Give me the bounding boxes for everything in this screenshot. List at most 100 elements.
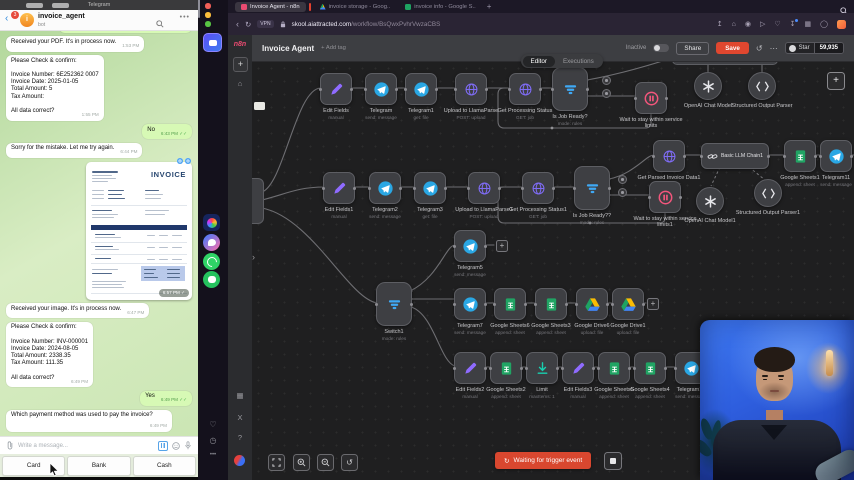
browser-urlbar: ‹ ↻ VPN skool.aiattracted.com/workflow/B… [228, 13, 854, 35]
tab-accent-marker [309, 3, 311, 11]
invoice-title: INVOICE [151, 170, 186, 179]
browser-tabstrip: Invoice Agent - n8n invoice storage - Go… [228, 0, 854, 13]
home-icon[interactable]: ⌂ [732, 21, 736, 28]
dock-photos-icon[interactable] [203, 214, 220, 231]
photo-action-icons[interactable] [177, 158, 191, 164]
invoice-document-preview: INVOICE [89, 165, 189, 297]
dock-history-icon[interactable]: ◷ [198, 436, 228, 445]
n8n-logo[interactable]: n8n [228, 41, 252, 48]
sidebar-expand-chevron[interactable]: › [252, 252, 255, 262]
dock-more-icon[interactable]: ••• [198, 452, 228, 458]
dock-messenger-icon[interactable] [203, 234, 220, 251]
connector-badge[interactable] [602, 76, 611, 85]
record-icon[interactable]: ◉ [745, 20, 751, 28]
new-tab-button[interactable]: + [487, 2, 492, 11]
n8n-sidebar: n8n + ⌂ ▦ X ? [228, 35, 253, 480]
connector-badge[interactable] [618, 175, 627, 184]
emoji-icon[interactable] [172, 437, 180, 455]
dock-heart-icon[interactable]: ♡ [198, 420, 228, 429]
zoom-out-button[interactable] [317, 454, 334, 471]
tab-editor[interactable]: Editor [523, 56, 555, 67]
zoom-to-fit-button[interactable] [268, 454, 285, 471]
window-zoom-button[interactable] [205, 21, 211, 27]
account-icon[interactable]: ◯ [820, 20, 828, 28]
url-text[interactable]: skool.aiattracted.com/workflow/BsQwxPvhr… [292, 21, 441, 28]
save-button[interactable]: Save [716, 42, 749, 54]
reset-view-button[interactable]: ↺ [341, 454, 358, 471]
waiting-for-trigger-button[interactable]: ↻ Waiting for trigger event [495, 452, 591, 469]
apps-grid-icon[interactable]: ▦ [805, 20, 812, 28]
mic-icon[interactable] [184, 437, 192, 455]
open-connector-plus[interactable]: + [647, 298, 659, 310]
quick-reply-row: Card Bank Cash [0, 454, 198, 477]
github-star-widget[interactable]: Star 59,935 [785, 42, 844, 54]
chat-message-file: 23.7 KB - Show in Finder 1:53 PM ✓✓ [59, 31, 192, 33]
heart-icon[interactable]: ♡ [774, 20, 780, 28]
chat-message-list[interactable]: 23.7 KB - Show in Finder 1:53 PM ✓✓ Rece… [0, 31, 198, 436]
browser-tab-sheets[interactable]: invoice info - Google S.. [399, 2, 482, 12]
vpn-badge[interactable]: VPN [257, 20, 273, 28]
profile-avatar[interactable] [837, 20, 846, 29]
chat-message: Please Check & confirm: Invoice Number: … [6, 55, 104, 121]
play-icon[interactable]: ▷ [760, 20, 765, 28]
browser-tab-n8n[interactable]: Invoice Agent - n8n [235, 2, 306, 12]
history-icon[interactable]: ↺ [756, 44, 763, 53]
dock-chat-app-icon[interactable] [203, 33, 222, 52]
chat-message-photo[interactable]: INVOICE [86, 162, 192, 300]
quick-reply-cash[interactable]: Cash [133, 456, 196, 476]
stop-execution-button[interactable] [604, 452, 622, 470]
chat-message: Which payment method was used to pay the… [6, 410, 172, 432]
dock-shield-icon[interactable] [198, 0, 200, 18]
workflow-node-clipped-top[interactable] [672, 62, 778, 65]
browser-back-button[interactable]: ‹ [236, 19, 239, 29]
chat-message: No 6:43 PM ✓✓ [142, 124, 192, 139]
browser-tab-drive[interactable]: invoice storage - Goog.. [314, 2, 397, 12]
attach-icon[interactable] [6, 437, 14, 455]
dock-line-icon[interactable] [203, 271, 220, 288]
browser-extension-icons: ↥ ⌂ ◉ ▷ ♡ ↧ ▦ ◯ [717, 20, 846, 29]
chat-message: Sorry for the mistake. Let me try again.… [6, 143, 142, 158]
window-minimize-button[interactable] [205, 12, 211, 18]
screen: Telegram ‹ 3 i invoice_agent bot ••• 23.… [0, 0, 854, 480]
google-drive-favicon [320, 4, 326, 10]
workflow-menu-icon[interactable]: ⋯ [770, 44, 778, 53]
share-icon[interactable]: ↥ [717, 20, 723, 28]
add-tag-button[interactable]: + Add tag [321, 45, 346, 51]
close-panel-icon[interactable]: X [228, 413, 252, 422]
chat-message: Yes 6:49 PM ✓✓ [140, 391, 192, 406]
spinner-icon: ↻ [504, 457, 509, 465]
dock-whatsapp-icon[interactable] [203, 253, 220, 270]
templates-icon[interactable]: ▦ [228, 391, 252, 400]
connector-badge[interactable] [602, 89, 611, 98]
share-button[interactable]: Share [676, 42, 709, 55]
lock-icon [280, 15, 286, 33]
google-sheets-favicon [405, 4, 411, 10]
message-composer[interactable]: Write a message... [0, 436, 198, 454]
editor-tabs: Editor Executions [521, 54, 603, 68]
zoom-in-button[interactable] [293, 454, 310, 471]
canvas-note-partial[interactable] [254, 102, 265, 110]
connector-badge[interactable] [618, 188, 627, 197]
user-avatar[interactable] [234, 455, 245, 466]
add-workflow-button[interactable]: + [233, 57, 248, 72]
back-button[interactable]: ‹ [5, 13, 8, 25]
active-toggle[interactable] [653, 44, 669, 52]
bot-avatar[interactable]: i [20, 13, 34, 27]
chat-title: invoice_agent [38, 13, 85, 20]
message-input[interactable]: Write a message... [18, 443, 154, 449]
tab-executions[interactable]: Executions [555, 56, 602, 67]
workflow-title[interactable]: Invoice Agent [262, 44, 314, 53]
browser-reload-button[interactable]: ↻ [245, 20, 251, 29]
chat-menu-icon[interactable]: ••• [180, 14, 190, 21]
download-icon[interactable]: ↧ [790, 20, 796, 28]
window-close-button[interactable] [205, 3, 211, 9]
open-connector-plus[interactable]: + [496, 240, 508, 252]
add-node-button[interactable]: + [827, 72, 845, 90]
workflow-node-trigger-partial[interactable] [252, 178, 264, 224]
webcam-overlay [700, 320, 854, 480]
quick-reply-bank[interactable]: Bank [67, 456, 130, 476]
help-icon[interactable]: ? [228, 433, 252, 442]
bot-keyboard-icon[interactable] [158, 441, 168, 451]
overview-home-icon[interactable]: ⌂ [228, 79, 252, 88]
github-icon [789, 45, 796, 52]
